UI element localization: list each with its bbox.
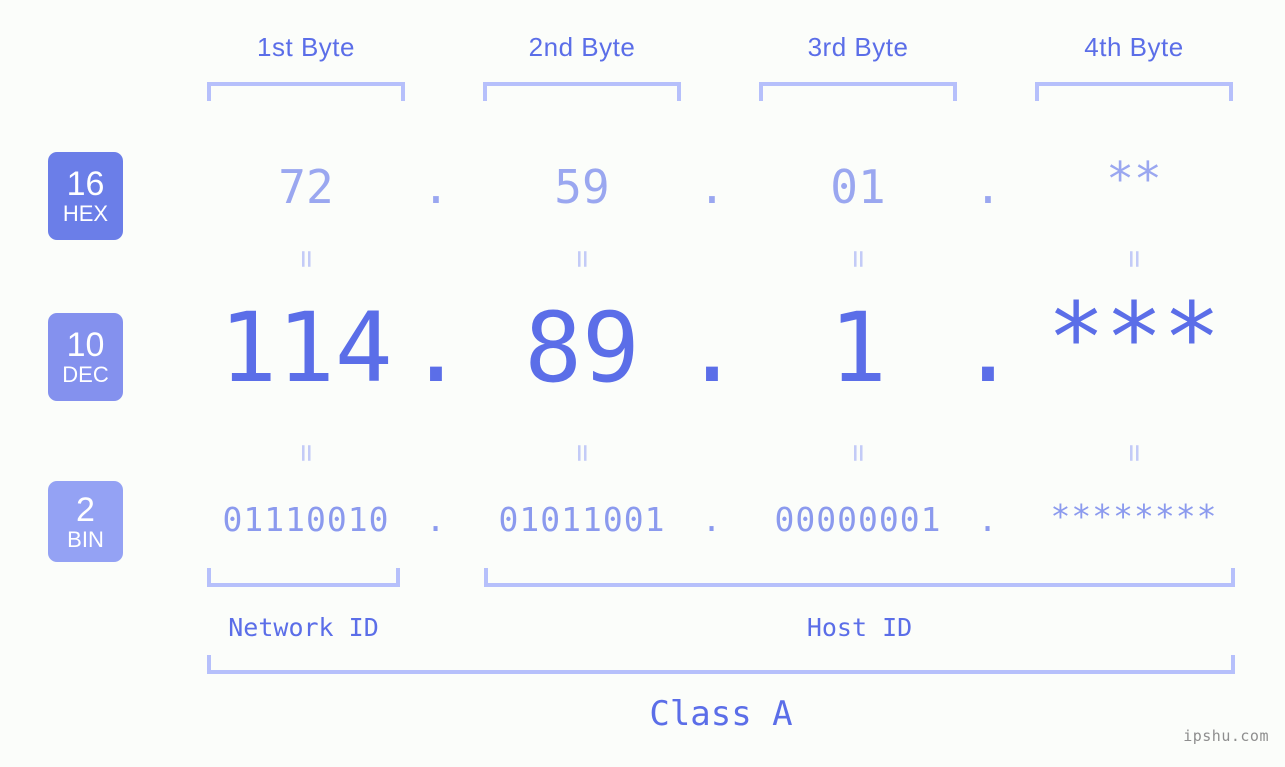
- base-badge-dec-number: 10: [66, 326, 105, 364]
- network-id-label: Network ID: [228, 613, 379, 642]
- base-badge-hex: 16 HEX: [48, 152, 123, 240]
- equals-mark-2-2: =: [565, 443, 600, 463]
- bin-value-byte-2: 01011001: [498, 500, 666, 539]
- hex-separator-3: .: [974, 160, 1002, 214]
- byte-header-2: 2nd Byte: [528, 32, 636, 62]
- ip-byte-breakdown-diagram: 1st Byte 2nd Byte 3rd Byte 4th Byte 16 H…: [0, 0, 1285, 767]
- host-id-label: Host ID: [806, 613, 913, 642]
- byte-bracket-4: [1035, 82, 1233, 101]
- host-id-bracket: [484, 568, 1235, 587]
- byte-bracket-2: [483, 82, 681, 101]
- hex-value-byte-3: 01: [830, 160, 886, 214]
- bin-value-byte-1: 01110010: [222, 500, 390, 539]
- equals-mark-1-2: =: [565, 249, 600, 269]
- byte-bracket-1: [207, 82, 405, 101]
- byte-header-3: 3rd Byte: [807, 32, 909, 62]
- byte-header-1: 1st Byte: [257, 32, 355, 62]
- bin-separator-2: .: [701, 500, 723, 539]
- ip-class-label: Class A: [649, 694, 793, 734]
- byte-bracket-3: [759, 82, 957, 101]
- equals-mark-2-1: =: [289, 443, 324, 463]
- bin-separator-1: .: [425, 500, 447, 539]
- base-badge-dec: 10 DEC: [48, 313, 123, 401]
- ip-class-bracket: [207, 655, 1235, 674]
- bin-value-byte-4: ********: [1050, 497, 1218, 536]
- hex-value-byte-4: **: [1106, 152, 1162, 206]
- base-badge-hex-number: 16: [66, 165, 105, 203]
- base-badge-bin-number: 2: [76, 490, 95, 529]
- bin-separator-3: .: [977, 500, 999, 539]
- equals-mark-2-4: =: [1117, 443, 1152, 463]
- equals-mark-1-4: =: [1117, 249, 1152, 269]
- base-badge-bin-name: BIN: [67, 526, 104, 552]
- bin-value-byte-3: 00000001: [774, 500, 942, 539]
- hex-separator-2: .: [698, 160, 726, 214]
- hex-separator-1: .: [422, 160, 450, 214]
- base-badge-hex-name: HEX: [62, 201, 109, 226]
- hex-value-byte-1: 72: [278, 160, 334, 214]
- byte-header-4: 4th Byte: [1084, 32, 1184, 62]
- network-id-bracket: [207, 568, 400, 587]
- site-watermark: ipshu.com: [1183, 727, 1269, 745]
- hex-value-byte-2: 59: [554, 160, 610, 214]
- equals-mark-1-3: =: [841, 249, 876, 269]
- base-badge-dec-name: DEC: [62, 362, 109, 387]
- equals-mark-1-1: =: [289, 249, 324, 269]
- base-badge-bin: 2 BIN: [48, 481, 123, 562]
- dec-value-byte-4: ***: [1047, 282, 1221, 394]
- equals-mark-2-3: =: [841, 443, 876, 463]
